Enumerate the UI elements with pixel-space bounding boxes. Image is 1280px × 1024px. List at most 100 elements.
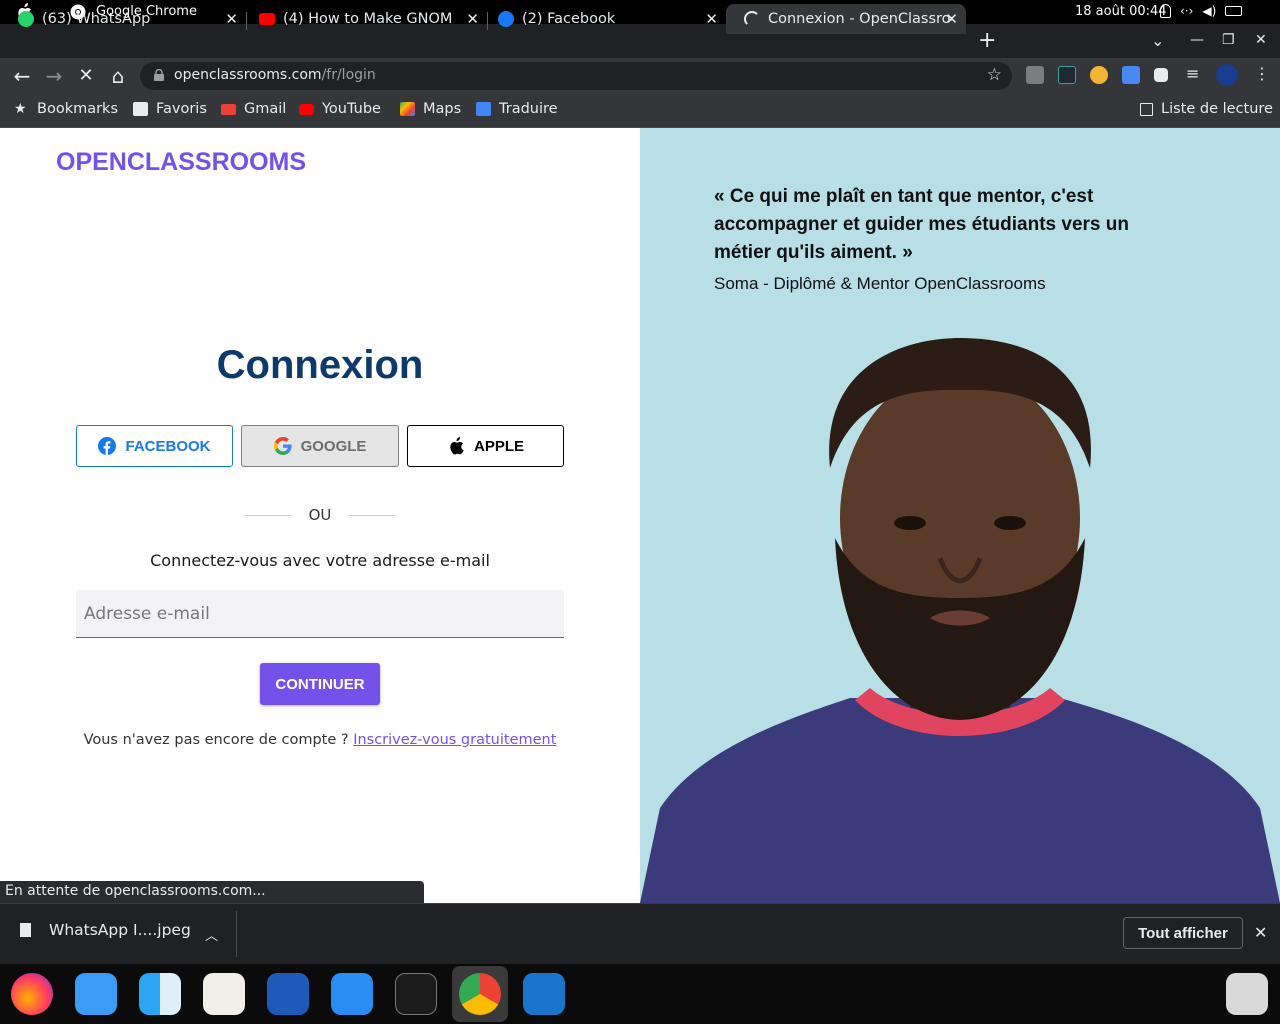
bookmark-label: Bookmarks: [37, 101, 119, 117]
facebook-label: FACEBOOK: [125, 437, 211, 455]
testimonial-quote: « Ce qui me plaît en tant que mentor, c'…: [714, 186, 1129, 263]
continue-button[interactable]: CONTINUER: [260, 663, 380, 705]
close-icon[interactable]: ✕: [705, 10, 718, 28]
download-filename: WhatsApp I....jpeg: [49, 921, 191, 939]
profile-avatar[interactable]: [1216, 64, 1238, 86]
status-bubble: En attente de openclassrooms.com...: [0, 881, 424, 903]
loading-icon: [744, 11, 760, 27]
minimize-button[interactable]: —: [1190, 32, 1204, 48]
download-divider: [236, 911, 237, 957]
battery-icon[interactable]: [1225, 6, 1243, 16]
translate-icon: [476, 102, 491, 116]
bookmark-folder[interactable]: Favoris: [133, 100, 207, 118]
youtube-icon: [259, 13, 275, 25]
chrome-icon[interactable]: [459, 973, 501, 1015]
network-icon[interactable]: ‹·›: [1180, 4, 1193, 18]
google-label: GOOGLE: [300, 437, 367, 455]
or-separator: OU: [308, 506, 332, 524]
signup-prompt: Vous n'avez pas encore de compte ? Inscr…: [0, 732, 640, 748]
bookmark-label: Favoris: [156, 101, 207, 117]
close-icon[interactable]: ✕: [225, 10, 238, 28]
home-button[interactable]: ⌂: [108, 66, 128, 86]
no-account-text: Vous n'avez pas encore de compte ?: [83, 732, 349, 748]
podcast-icon[interactable]: [203, 973, 245, 1015]
signup-link[interactable]: Inscrivez-vous gratuitement: [353, 732, 556, 748]
mentor-photo: [640, 338, 1280, 903]
bookmark-label: Maps: [423, 101, 462, 117]
new-tab-button[interactable]: +: [978, 28, 996, 53]
bookmark-item[interactable]: Gmail: [221, 100, 286, 118]
coin-extension-icon[interactable]: [1090, 66, 1108, 84]
facebook-login-button[interactable]: FACEBOOK: [76, 425, 233, 467]
address-bar[interactable]: openclassrooms.com/fr/login ☆: [140, 62, 1012, 90]
terminal-icon[interactable]: [395, 973, 437, 1015]
close-icon[interactable]: ✕: [466, 10, 479, 28]
star-icon: ★: [14, 101, 27, 117]
folder-icon: [133, 102, 148, 116]
google-login-button[interactable]: GOOGLE: [241, 425, 399, 467]
finder-icon[interactable]: [139, 973, 181, 1015]
tab-openclassrooms[interactable]: Connexion - OpenClassroo ✕: [726, 4, 966, 34]
window-close-button[interactable]: ✕: [1255, 32, 1267, 48]
bookmark-item[interactable]: Maps: [400, 100, 461, 118]
volume-icon[interactable]: ◀): [1202, 4, 1216, 18]
translate-extension-icon[interactable]: [1122, 66, 1140, 84]
email-login-subtitle: Connectez-vous avec votre adresse e-mail: [150, 551, 490, 570]
google-icon: [273, 437, 292, 455]
tab-title: (63) WhatsApp: [42, 11, 151, 27]
clock[interactable]: 18 août 00:44: [1075, 4, 1167, 19]
forward-button[interactable]: →: [44, 66, 64, 86]
back-button[interactable]: ←: [12, 66, 32, 86]
reading-list-button[interactable]: Liste de lecture: [1140, 100, 1273, 118]
tab-title: (2) Facebook: [522, 11, 616, 27]
whatsapp-icon: [18, 11, 34, 27]
word-icon[interactable]: [267, 973, 309, 1015]
apple-login-button[interactable]: APPLE: [407, 425, 564, 467]
bookmark-item[interactable]: Traduire: [476, 100, 558, 118]
close-icon[interactable]: ✕: [1254, 923, 1267, 942]
bookmark-label: Traduire: [499, 101, 558, 117]
menu-icon[interactable]: ⋮: [1254, 64, 1272, 83]
notification-icon[interactable]: [1160, 4, 1171, 18]
show-all-downloads-button[interactable]: Tout afficher: [1123, 917, 1243, 949]
openclassrooms-logo[interactable]: OPENCLASSROOMS: [56, 148, 306, 177]
download-shelf: [0, 903, 1280, 964]
media-control-icon[interactable]: ≡: [1186, 64, 1204, 83]
testimonial-panel: « Ce qui me plaît en tant que mentor, c'…: [640, 128, 1280, 903]
login-panel: OPENCLASSROOMS Connexion FACEBOOK GOOGLE…: [0, 128, 640, 903]
maps-icon: [400, 102, 415, 116]
apple-icon: [450, 437, 464, 455]
testimonial-author: Soma - Diplômé & Mentor OpenClassrooms: [714, 274, 1046, 293]
system-tray[interactable]: ‹·› ◀): [1160, 4, 1243, 18]
extension-icon[interactable]: [1058, 66, 1076, 84]
bookmark-item[interactable]: YouTube: [299, 100, 381, 118]
tab-facebook[interactable]: (2) Facebook ✕: [480, 4, 726, 34]
email-input[interactable]: [76, 590, 564, 638]
mail-icon[interactable]: [75, 973, 117, 1015]
stop-loading-button[interactable]: ✕: [76, 66, 96, 86]
firefox-icon[interactable]: [11, 973, 53, 1015]
mail-extension-icon[interactable]: [1026, 66, 1044, 84]
vscode-icon[interactable]: [523, 973, 565, 1015]
puzzle-icon[interactable]: [1154, 68, 1168, 82]
url-host: openclassrooms.com: [174, 67, 322, 83]
app-grid-icon[interactable]: [1226, 973, 1268, 1015]
maximize-button[interactable]: ❐: [1222, 32, 1235, 48]
reading-list-label: Liste de lecture: [1161, 101, 1273, 117]
tab-whatsapp[interactable]: (63) WhatsApp ✕: [0, 4, 246, 34]
gmail-icon: [221, 103, 236, 115]
facebook-icon: [98, 437, 117, 455]
download-item[interactable]: WhatsApp I....jpeg: [20, 921, 191, 939]
file-icon: [20, 923, 31, 937]
youtube-icon: [299, 103, 314, 115]
chevron-up-icon[interactable]: ︿: [205, 925, 218, 944]
close-icon[interactable]: ✕: [945, 10, 958, 28]
lock-icon[interactable]: [154, 69, 164, 81]
reading-list-icon: [1140, 102, 1153, 116]
tab-youtube[interactable]: (4) How to Make GNOME L ✕: [241, 4, 487, 34]
bookmark-star-icon[interactable]: ☆: [987, 65, 1002, 85]
tab-search-icon[interactable]: ⌄: [1151, 31, 1164, 50]
tab-title: (4) How to Make GNOME L: [283, 11, 453, 27]
app-store-icon[interactable]: [331, 973, 373, 1015]
bookmark-item[interactable]: ★ Bookmarks: [14, 100, 118, 118]
